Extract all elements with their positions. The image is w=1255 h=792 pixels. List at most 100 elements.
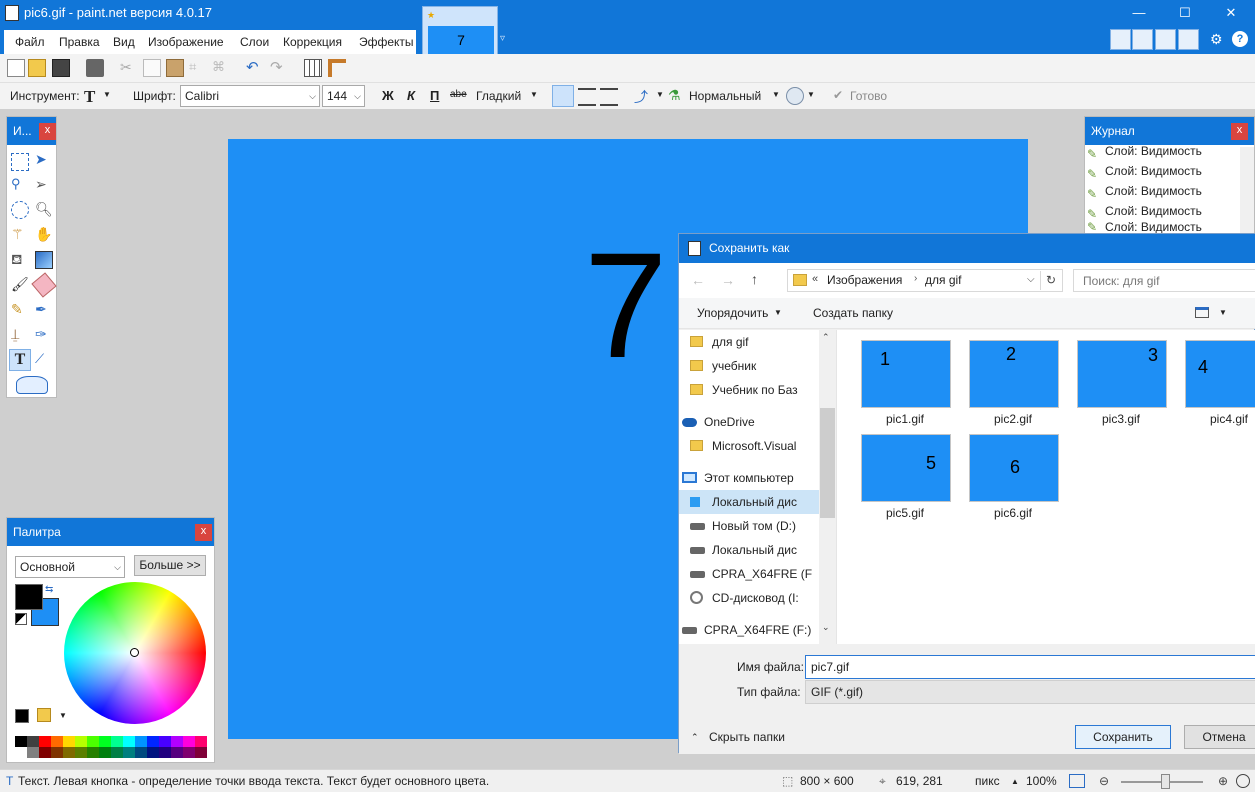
colors-toggle-icon[interactable] — [1178, 29, 1199, 50]
deselect-icon[interactable]: ⌘ — [212, 59, 230, 77]
nav-item[interactable]: Этот компьютер — [679, 466, 819, 490]
color-swatch[interactable] — [39, 747, 51, 758]
zoom-icon[interactable]: 🔍︎ — [35, 201, 53, 219]
history-close-button[interactable]: x — [1231, 123, 1248, 140]
ellipse-select-icon[interactable] — [11, 201, 29, 219]
nav-item[interactable]: OneDrive — [679, 410, 819, 434]
align-left-icon[interactable] — [552, 85, 574, 107]
lasso-select-icon[interactable]: ⚲ — [11, 176, 29, 194]
help-icon[interactable]: ? — [1232, 31, 1248, 47]
color-swatch[interactable] — [75, 747, 87, 758]
palette-menu-icon[interactable] — [37, 708, 51, 722]
undo-icon[interactable]: ↶ — [246, 58, 264, 76]
maximize-button[interactable]: ☐ — [1162, 0, 1208, 26]
gradient-icon[interactable] — [35, 251, 53, 269]
magic-wand-icon[interactable]: ⚚ — [11, 226, 29, 244]
cut-icon[interactable]: ✂ — [120, 59, 138, 77]
menu-image[interactable]: Изображение — [141, 31, 231, 53]
swap-colors-icon[interactable]: ⇆ — [45, 584, 53, 595]
chevron-down-icon[interactable]: ▼ — [772, 90, 780, 99]
print-icon[interactable] — [86, 59, 104, 77]
file-item[interactable]: 2 pic2.gif — [965, 340, 1061, 430]
color-swatch[interactable] — [87, 736, 99, 747]
color-swatch[interactable] — [51, 747, 63, 758]
underline-button[interactable]: П — [430, 88, 439, 103]
italic-button[interactable]: К — [407, 88, 415, 103]
file-item[interactable]: 4 pic4.gif — [1181, 340, 1255, 430]
chevron-down-icon[interactable]: ▼ — [807, 90, 815, 99]
chevron-up-icon[interactable]: ▲ — [1011, 777, 1019, 786]
file-item[interactable]: 3 pic3.gif — [1073, 340, 1169, 430]
color-swatch[interactable] — [159, 736, 171, 747]
paintbrush-icon[interactable]: 🖌︎ — [11, 276, 29, 294]
bold-button[interactable]: Ж — [382, 88, 394, 103]
forward-arrow-icon[interactable]: → — [721, 272, 735, 288]
save-icon[interactable] — [52, 59, 70, 77]
history-item[interactable]: ✎ Слой: Видимость — [1087, 201, 1202, 221]
color-swatch[interactable] — [147, 736, 159, 747]
ruler-icon[interactable] — [328, 59, 346, 77]
color-swatch[interactable] — [135, 747, 147, 758]
refresh-icon[interactable]: ↻ — [1046, 273, 1056, 287]
nav-item[interactable]: Новый том (D:) — [679, 514, 819, 538]
nav-item[interactable]: CD-дисковод (I: — [679, 586, 819, 610]
pan-hand-icon[interactable]: ✋ — [35, 226, 53, 244]
color-swatch[interactable] — [39, 736, 51, 747]
menu-effects[interactable]: Эффекты — [352, 31, 421, 53]
copy-icon[interactable] — [143, 59, 161, 77]
organize-button[interactable]: Упорядочить — [697, 306, 768, 320]
nav-item[interactable]: Локальный дис — [679, 490, 819, 514]
color-swatch[interactable] — [123, 736, 135, 747]
selection-mode-icon[interactable]: ⤴ — [634, 87, 652, 105]
color-swatch[interactable] — [111, 747, 123, 758]
color-swatch[interactable] — [111, 736, 123, 747]
chevron-down-icon[interactable]: ▼ — [656, 90, 664, 99]
color-swatch[interactable] — [99, 747, 111, 758]
filename-input[interactable]: pic7.gif — [805, 655, 1255, 679]
blend-flask-icon[interactable]: ⚗ — [668, 87, 686, 105]
color-swatch[interactable] — [15, 747, 27, 758]
tools-close-button[interactable]: x — [39, 123, 56, 140]
color-swatch[interactable] — [159, 747, 171, 758]
close-button[interactable]: ✕ — [1208, 0, 1254, 26]
minimize-button[interactable]: — — [1116, 0, 1162, 26]
palette-mode-select[interactable]: Основной ⌵ — [15, 556, 125, 578]
nav-item[interactable]: CPRA_X64FRE (F:) — [679, 618, 819, 642]
scroll-up-icon[interactable]: ⌃ — [822, 332, 830, 343]
address-dropdown-chevron-icon[interactable]: ⌵ — [1027, 274, 1035, 285]
zoom-slider-thumb[interactable] — [1161, 774, 1170, 789]
text-tool-icon[interactable]: T — [9, 349, 31, 371]
color-swatch[interactable] — [147, 747, 159, 758]
menu-adjustments[interactable]: Коррекция — [276, 31, 349, 53]
grid-icon[interactable] — [304, 59, 322, 77]
nav-scroll-thumb[interactable] — [820, 408, 835, 518]
grip-icon[interactable] — [1236, 774, 1250, 788]
color-swatch[interactable] — [27, 747, 39, 758]
nav-item[interactable]: учебник — [679, 354, 819, 378]
palette-swatches[interactable] — [15, 736, 207, 758]
rectangle-select-icon[interactable] — [11, 153, 29, 171]
breadcrumb-item[interactable]: для gif — [925, 273, 962, 287]
color-swatch[interactable] — [15, 736, 27, 747]
tab-list-chevron-icon[interactable]: ▿ — [500, 33, 505, 44]
clone-stamp-icon[interactable]: ⍊ — [11, 326, 29, 344]
nav-item[interactable]: Учебник по Баз — [679, 378, 819, 402]
tools-toggle-icon[interactable] — [1110, 29, 1131, 50]
align-center-icon[interactable] — [578, 88, 596, 106]
view-options-icon[interactable] — [1195, 307, 1209, 318]
blend-mode-select[interactable]: Нормальный — [689, 89, 761, 103]
palette-close-button[interactable]: x — [195, 524, 212, 541]
finish-button[interactable]: Готово — [850, 89, 887, 103]
menu-file[interactable]: Файл — [8, 31, 52, 53]
color-swatch[interactable] — [63, 747, 75, 758]
paste-icon[interactable] — [166, 59, 184, 77]
menu-view[interactable]: Вид — [106, 31, 142, 53]
file-item[interactable]: 1 pic1.gif — [857, 340, 953, 430]
breadcrumb-item[interactable]: Изображения — [827, 273, 902, 287]
move-selected-icon[interactable]: ➢ — [35, 176, 53, 194]
history-toggle-icon[interactable] — [1132, 29, 1153, 50]
color-wheel-cursor[interactable] — [130, 648, 139, 657]
line-curve-icon[interactable]: ⟋ — [35, 351, 53, 369]
color-swatch[interactable] — [75, 736, 87, 747]
tool-dropdown-chevron-icon[interactable]: ▼ — [103, 90, 111, 99]
